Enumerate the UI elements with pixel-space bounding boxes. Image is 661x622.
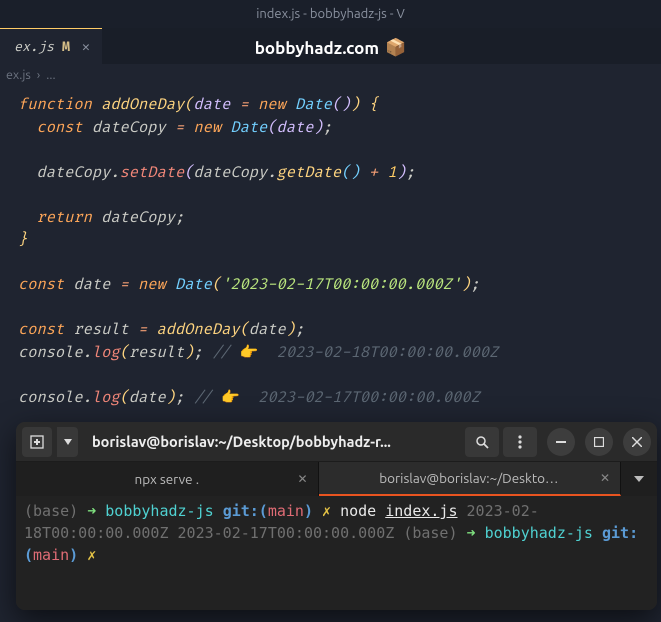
function-name: addOneDay: [101, 95, 184, 114]
terminal-title-bar: borislav@borislav:~/Desktop/bobbyhadz-r.…: [16, 422, 657, 462]
minimize-button[interactable]: [547, 428, 575, 456]
tab-file-name: ex.js: [14, 39, 54, 55]
kebab-menu-icon: [518, 435, 522, 449]
close-icon[interactable]: ✕: [297, 472, 307, 486]
git-dirty-icon: ✗: [87, 546, 96, 564]
terminal-tab-label: borislav@borislav:~/Desktop/b...: [379, 470, 559, 486]
menu-button[interactable]: [503, 427, 537, 457]
window-title-bar: index.js - bobbyhadz-js - V: [0, 0, 661, 28]
editor-tab[interactable]: ex.js M ✕: [0, 28, 102, 64]
maximize-button[interactable]: [585, 428, 613, 456]
chevron-down-icon: [634, 476, 644, 482]
code-editor[interactable]: function addOneDay(date = new Date()) { …: [0, 86, 661, 409]
terminal-body[interactable]: (base) ➜ bobbyhadz-js git:(main) ✗ node …: [16, 496, 657, 610]
close-icon: [632, 437, 642, 447]
new-tab-dropdown[interactable]: [56, 427, 78, 457]
breadcrumb-file: ex.js: [6, 68, 31, 82]
breadcrumb[interactable]: ex.js › ...: [0, 64, 661, 86]
new-tab-button[interactable]: [22, 427, 52, 457]
terminal-output-line: 2023-02-17T00:00:00.000Z: [178, 524, 395, 542]
close-button[interactable]: [623, 428, 651, 456]
prompt-arrow-icon: ➜: [467, 524, 476, 542]
terminal-tab-label: npx serve .: [134, 471, 199, 487]
terminal-tab-2[interactable]: borislav@borislav:~/Desktop/b... ✕: [319, 462, 622, 496]
close-icon[interactable]: ✕: [600, 471, 610, 485]
search-icon: [475, 435, 489, 449]
prompt-arrow-icon: ➜: [87, 502, 96, 520]
terminal-tab-1[interactable]: npx serve . ✕: [16, 462, 319, 496]
search-button[interactable]: [465, 427, 499, 457]
editor-tab-row: ex.js M ✕: [0, 28, 661, 64]
keyword-function: function: [18, 95, 92, 114]
minimize-icon: [556, 441, 566, 443]
terminal-tab-row: npx serve . ✕ borislav@borislav:~/Deskto…: [16, 462, 657, 496]
terminal-tab-dropdown[interactable]: [621, 462, 657, 496]
pointing-right-icon: 👉: [221, 388, 240, 407]
close-icon[interactable]: ✕: [78, 37, 94, 57]
git-dirty-icon: ✗: [322, 502, 331, 520]
window-title: index.js - bobbyhadz-js - V: [256, 7, 405, 21]
terminal-window: borislav@borislav:~/Desktop/bobbyhadz-r.…: [16, 422, 657, 610]
pointing-right-icon: 👉: [240, 343, 259, 362]
chevron-right-icon: ›: [37, 68, 41, 82]
breadcrumb-more: ...: [46, 68, 55, 82]
maximize-icon: [594, 437, 604, 447]
tab-modified-indicator: M: [62, 39, 70, 55]
terminal-title: borislav@borislav:~/Desktop/bobbyhadz-r.…: [82, 433, 461, 450]
